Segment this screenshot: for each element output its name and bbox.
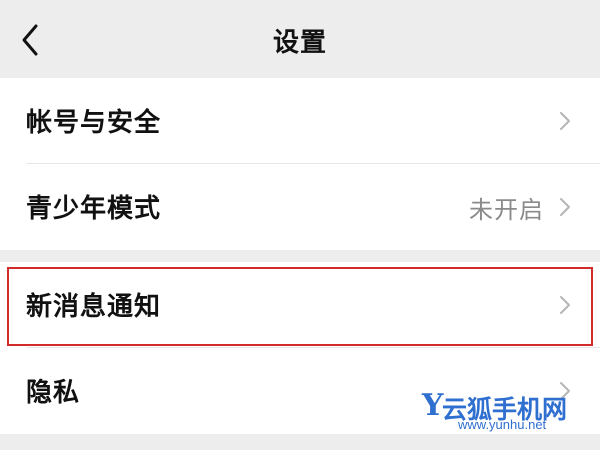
watermark: Y 云狐手机网 www.yunhu.net	[422, 388, 592, 440]
settings-item-account-security[interactable]: 帐号与安全	[0, 78, 600, 164]
settings-item-label: 隐私	[26, 378, 81, 408]
chevron-right-icon	[560, 112, 570, 130]
settings-item-teen-mode[interactable]: 青少年模式 未开启	[0, 164, 600, 250]
settings-item-label: 青少年模式	[26, 194, 162, 224]
settings-item-label: 帐号与安全	[26, 108, 162, 138]
watermark-url: www.yunhu.net	[458, 417, 547, 432]
settings-screen: 设置 帐号与安全 青少年模式 未开启 新消息通知 隐私 Y 云狐手机网 www.…	[0, 0, 600, 450]
navigation-bar: 设置	[0, 0, 600, 78]
settings-item-value: 未开启	[469, 196, 544, 224]
watermark-logo-letter: Y	[422, 388, 444, 423]
settings-item-new-message-notifications[interactable]: 新消息通知	[0, 262, 600, 348]
settings-group-account: 帐号与安全 青少年模式 未开启	[0, 78, 600, 250]
chevron-right-icon	[560, 296, 570, 314]
settings-item-label: 新消息通知	[26, 292, 162, 322]
page-title: 设置	[272, 28, 327, 58]
chevron-right-icon	[560, 198, 570, 216]
